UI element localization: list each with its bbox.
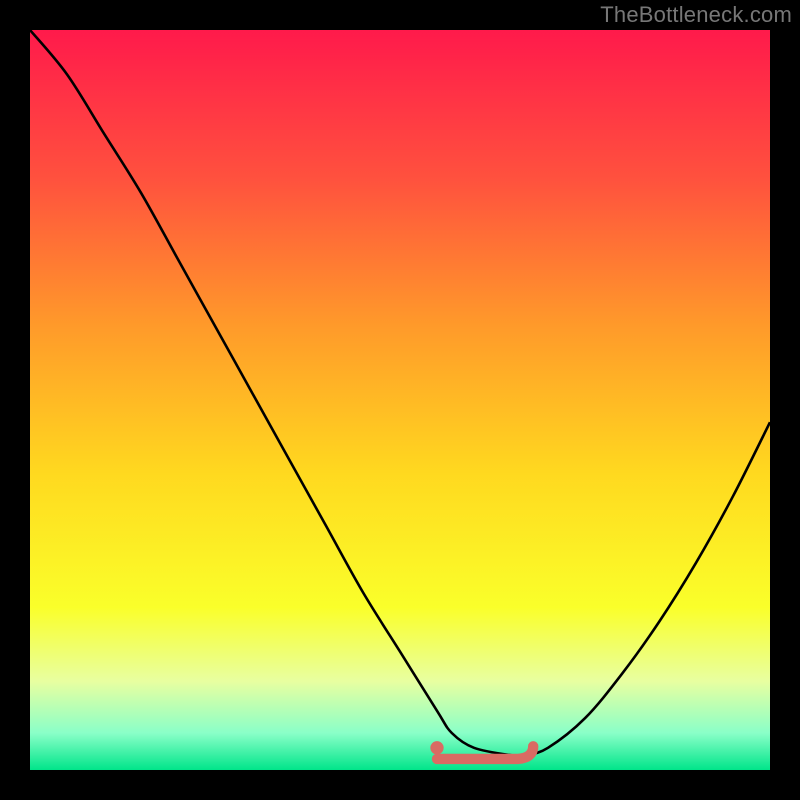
chart-svg xyxy=(30,30,770,770)
bottleneck-chart xyxy=(30,30,770,770)
chart-frame: TheBottleneck.com xyxy=(0,0,800,800)
chart-background xyxy=(30,30,770,770)
curve-marker xyxy=(430,741,443,754)
attribution-label: TheBottleneck.com xyxy=(600,2,792,28)
